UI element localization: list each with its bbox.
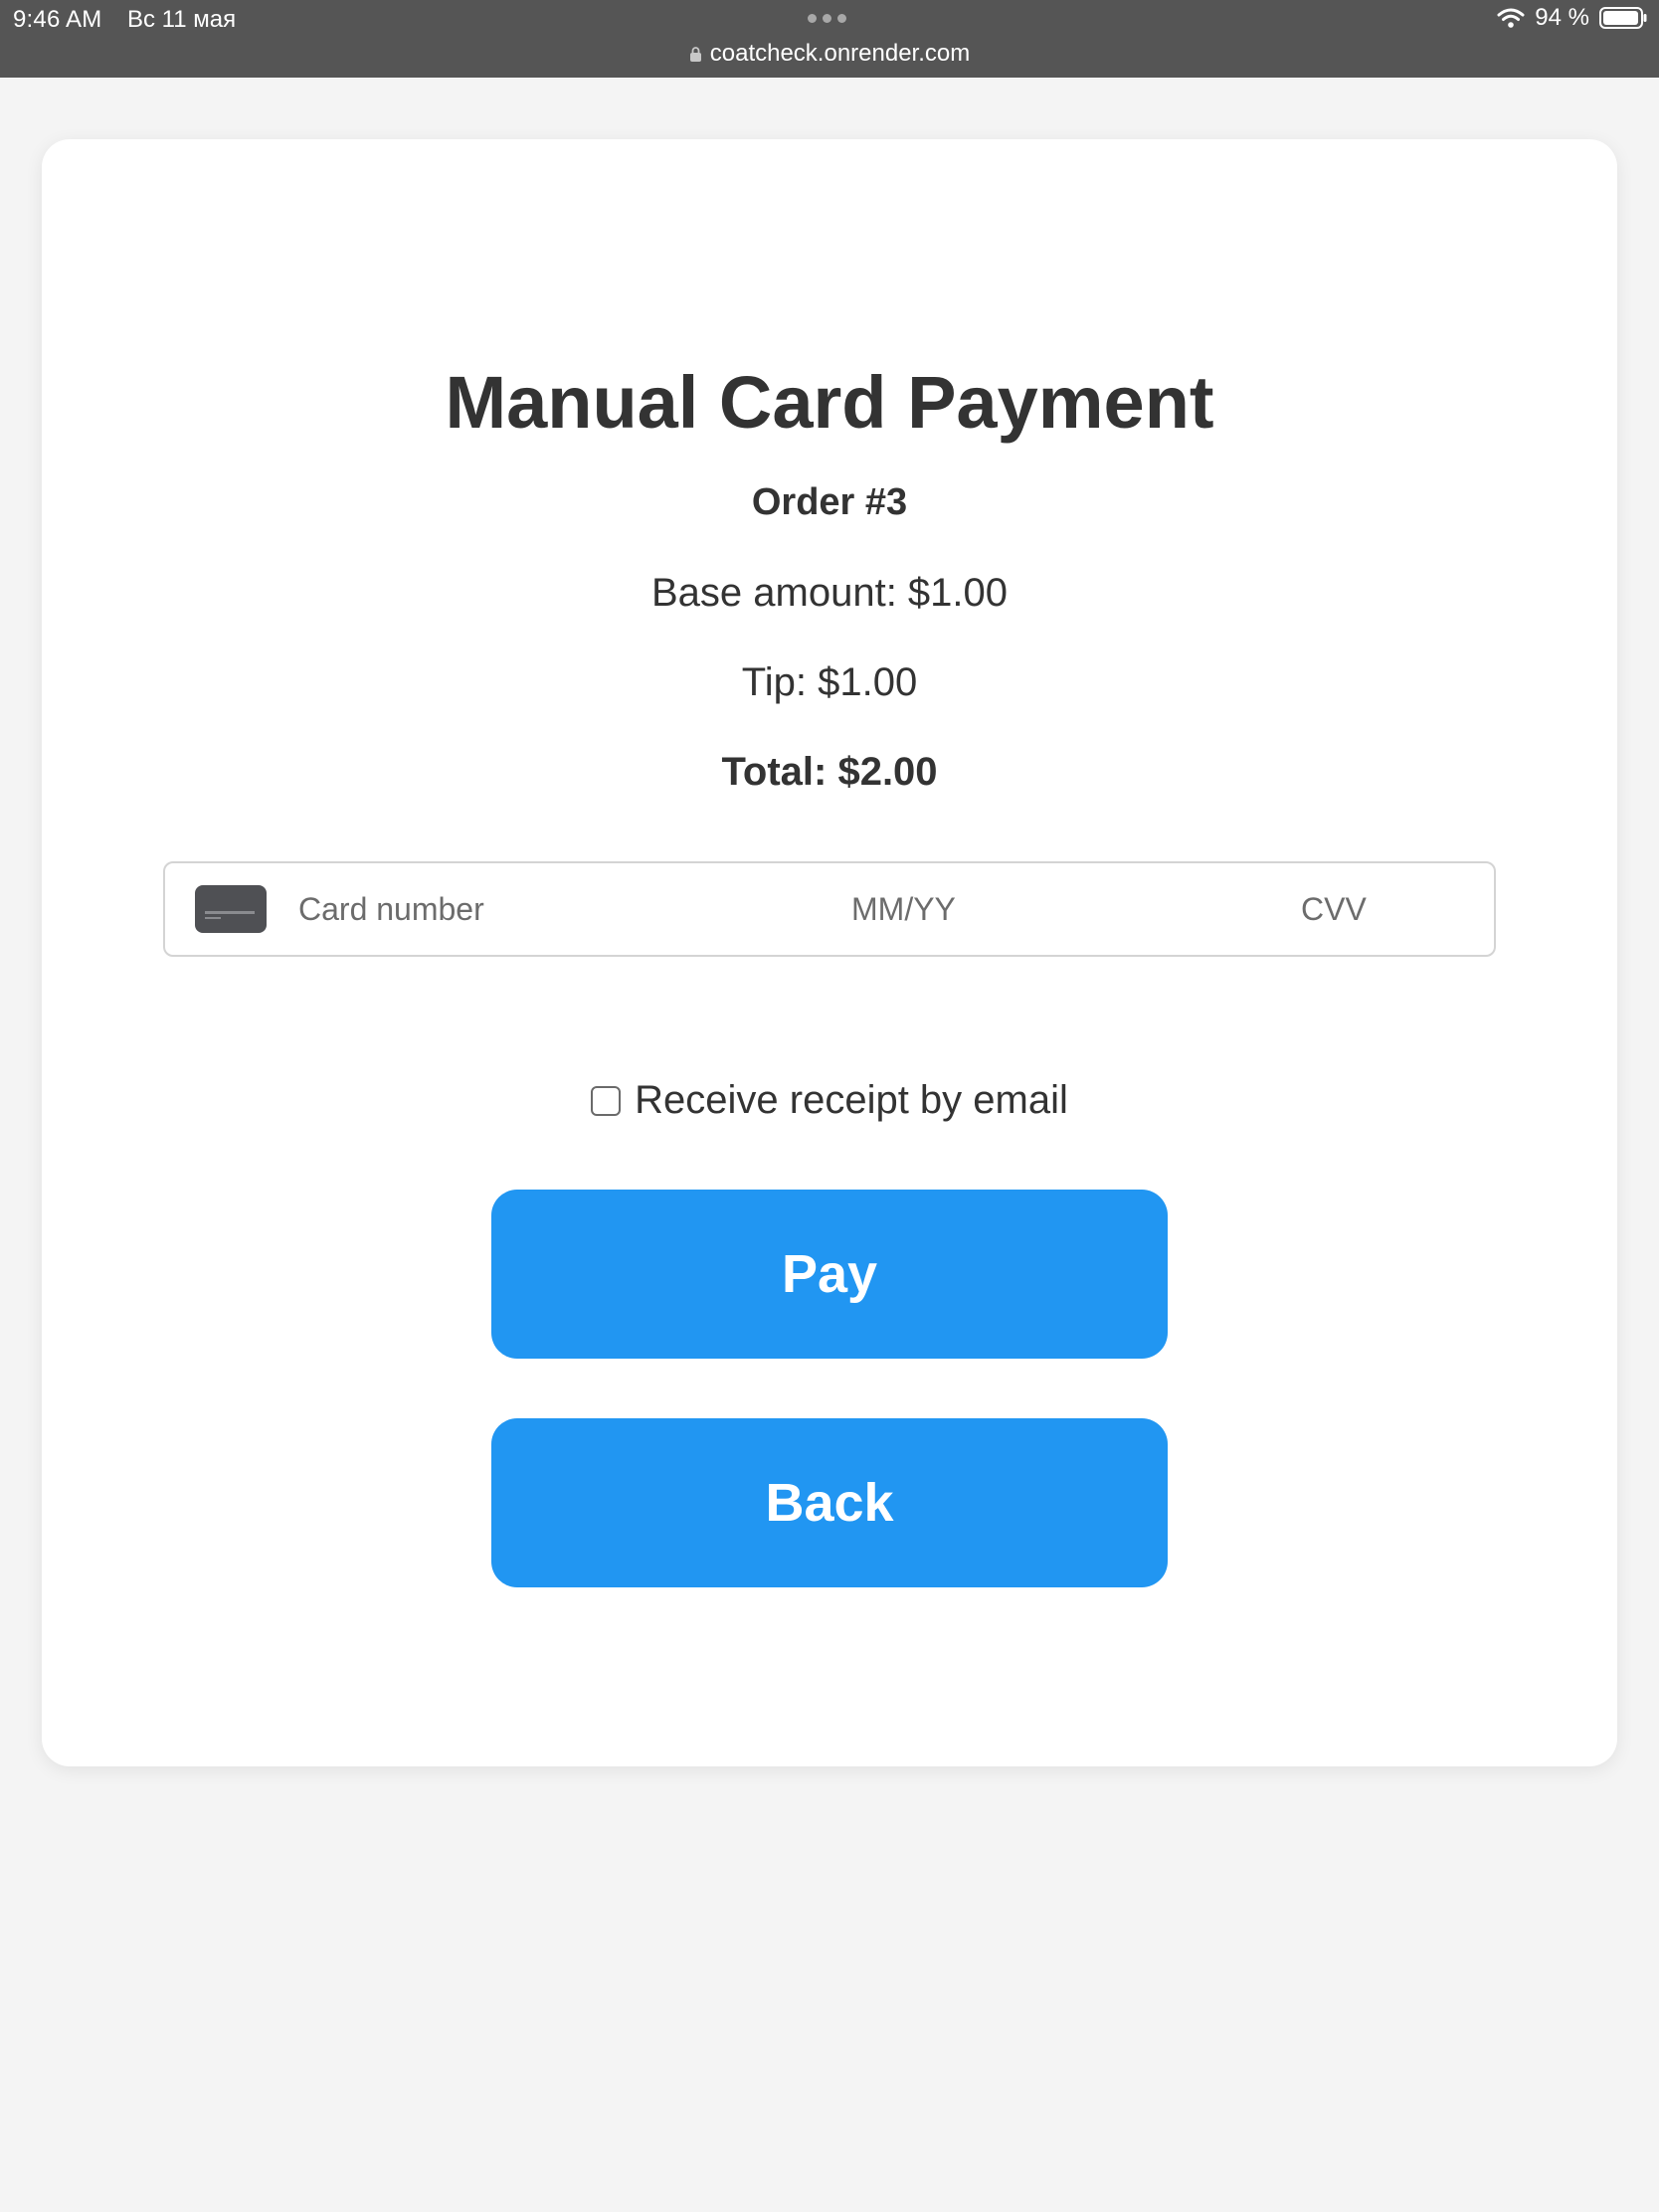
status-indicators: 94 % (1497, 4, 1647, 32)
receipt-checkbox[interactable] (591, 1086, 622, 1116)
tip-amount: Tip: $1.00 (741, 660, 918, 704)
status-bar: 9:46 AM Вс 11 мая coatcheck.onrender.com… (0, 0, 1659, 78)
back-button[interactable]: Back (491, 1418, 1168, 1587)
status-time: 9:46 AM (13, 6, 102, 33)
receipt-label[interactable]: Receive receipt by email (635, 1078, 1068, 1122)
total-amount: Total: $2.00 (721, 750, 938, 794)
card-details-input[interactable]: Card number MM/YY CVV (163, 861, 1496, 957)
url-text: coatcheck.onrender.com (709, 40, 971, 67)
pay-button[interactable]: Pay (491, 1190, 1168, 1359)
status-date: Вс 11 мая (127, 6, 237, 33)
order-number: Order #3 (751, 481, 908, 523)
cvv-field[interactable]: CVV (1301, 891, 1367, 928)
credit-card-icon (195, 885, 267, 933)
battery-percent: 94 % (1535, 4, 1589, 31)
card-number-field[interactable]: Card number (298, 891, 484, 928)
address-bar[interactable]: coatcheck.onrender.com (0, 40, 1659, 68)
expiry-field[interactable]: MM/YY (851, 891, 956, 928)
payment-card: Manual Card Payment Order #3 Base amount… (42, 139, 1617, 1766)
lock-icon (689, 47, 701, 62)
battery-icon (1599, 7, 1647, 29)
page-title: Manual Card Payment (445, 361, 1214, 444)
wifi-icon (1497, 8, 1525, 28)
more-dots-icon[interactable] (808, 14, 846, 23)
base-amount: Base amount: $1.00 (650, 571, 1009, 615)
receipt-option: Receive receipt by email (42, 1078, 1617, 1123)
